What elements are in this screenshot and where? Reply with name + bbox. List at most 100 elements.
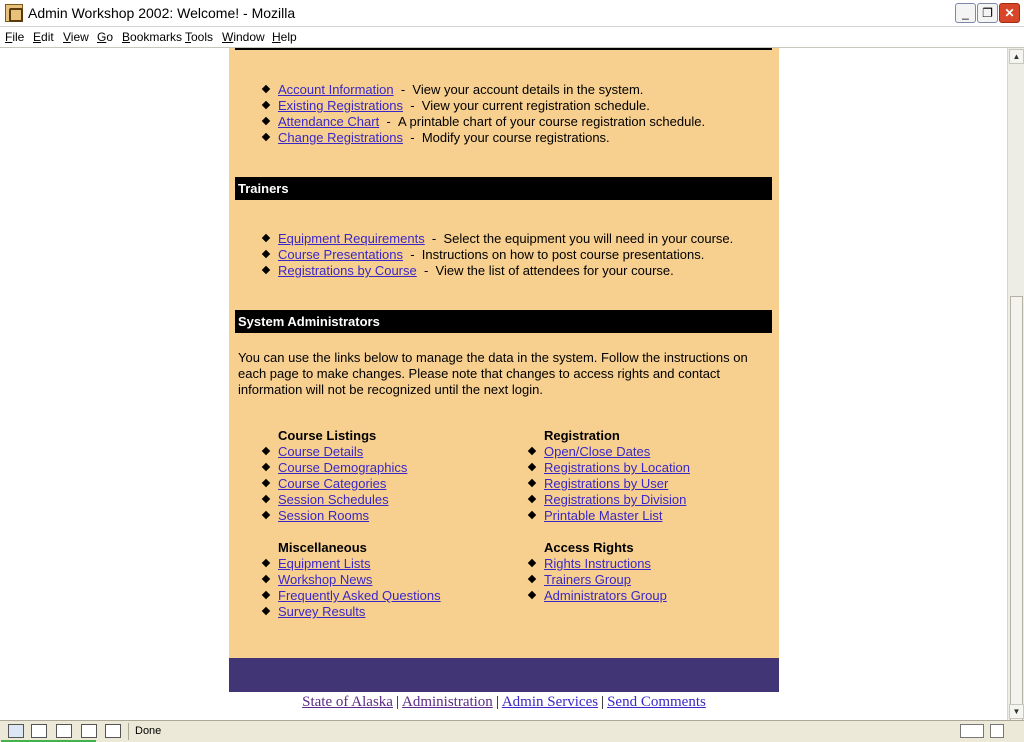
menu-edit[interactable]: Edit — [33, 30, 54, 44]
irc-chat-icon[interactable] — [105, 724, 121, 738]
attendance-chart-link[interactable]: Attendance Chart — [278, 114, 379, 129]
course-listings-group: Course Listings Course Details Course De… — [261, 428, 407, 524]
menu-bookmarks[interactable]: Bookmarks — [122, 30, 182, 44]
registrations-by-user-link[interactable]: Registrations by User — [544, 476, 668, 491]
trainer-links: Equipment Requirements - Select the equi… — [261, 231, 734, 279]
bullet-icon — [527, 494, 537, 504]
course-presentations-link[interactable]: Course Presentations — [278, 247, 403, 262]
miscellaneous-group: Miscellaneous Equipment Lists Workshop N… — [261, 540, 441, 620]
list-item: Account Information - View your account … — [261, 82, 705, 98]
composer-icon[interactable] — [56, 724, 72, 738]
maximize-button[interactable]: ❐ — [977, 3, 998, 23]
list-item: Registrations by User — [527, 476, 690, 492]
bullet-icon — [261, 249, 271, 259]
list-item: Survey Results — [261, 604, 441, 620]
minimize-button[interactable]: _ — [955, 3, 976, 23]
list-item: Registrations by Location — [527, 460, 690, 476]
list-item: Registrations by Division — [527, 492, 690, 508]
link-description: Select the equipment you will need in yo… — [443, 231, 734, 246]
bullet-icon — [261, 478, 271, 488]
bullet-icon — [261, 558, 271, 568]
session-schedules-link[interactable]: Session Schedules — [278, 492, 389, 507]
open-close-dates-link[interactable]: Open/Close Dates — [544, 444, 650, 459]
link-description: View the list of attendees for your cour… — [435, 263, 674, 278]
state-of-alaska-link[interactable]: State of Alaska — [302, 694, 393, 710]
workshop-news-link[interactable]: Workshop News — [278, 572, 372, 587]
account-information-link[interactable]: Account Information — [278, 82, 394, 97]
scrollbar-thumb[interactable] — [1010, 296, 1023, 736]
footer-links: State of Alaska | Administration | Admin Ser… — [229, 693, 779, 711]
bullet-icon — [261, 446, 271, 456]
bullet-icon — [261, 494, 271, 504]
mail-icon[interactable] — [31, 724, 47, 738]
menu-go[interactable]: Go — [97, 30, 113, 44]
footer-separator: | — [395, 694, 399, 710]
list-item: Administrators Group — [527, 588, 667, 604]
printable-master-list-link[interactable]: Printable Master List — [544, 508, 663, 523]
trainers-group-link[interactable]: Trainers Group — [544, 572, 631, 587]
access-rights-group: Access Rights Rights Instructions Traine… — [527, 540, 667, 604]
menu-tools[interactable]: Tools — [185, 30, 213, 44]
list-item: Course Presentations - Instructions on h… — [261, 247, 733, 263]
bullet-icon — [261, 606, 271, 616]
course-details-link[interactable]: Course Details — [278, 444, 363, 459]
close-button[interactable]: ✕ — [999, 3, 1020, 23]
bullet-icon — [261, 116, 271, 126]
change-registrations-link[interactable]: Change Registrations — [278, 130, 403, 145]
list-item: Course Categories — [261, 476, 407, 492]
miscellaneous-heading: Miscellaneous — [278, 540, 367, 555]
bullet-icon — [261, 265, 271, 275]
scroll-down-icon[interactable]: ▼ — [1009, 704, 1024, 719]
bullet-icon — [261, 510, 271, 520]
menu-window[interactable]: Window — [222, 30, 265, 44]
address-book-icon[interactable] — [81, 724, 97, 738]
bullet-icon — [527, 574, 537, 584]
course-listings-heading: Course Listings — [278, 428, 377, 443]
bullet-icon — [261, 233, 271, 243]
faq-link[interactable]: Frequently Asked Questions — [278, 588, 441, 603]
registrations-by-division-link[interactable]: Registrations by Division — [544, 492, 686, 507]
list-item: Rights Instructions — [527, 556, 667, 572]
trainers-heading: Trainers — [235, 177, 772, 200]
administrators-group-link[interactable]: Administrators Group — [544, 588, 667, 603]
online-status-icon[interactable] — [960, 724, 984, 738]
vertical-scrollbar[interactable]: ▲ ▼ — [1007, 48, 1024, 736]
menu-view[interactable]: View — [63, 30, 89, 44]
session-rooms-link[interactable]: Session Rooms — [278, 508, 369, 523]
equipment-lists-link[interactable]: Equipment Lists — [278, 556, 371, 571]
list-item: Session Schedules — [261, 492, 407, 508]
participant-links: Account Information - View your account … — [261, 82, 705, 146]
send-comments-link[interactable]: Send Comments — [607, 694, 706, 710]
survey-results-link[interactable]: Survey Results — [278, 604, 365, 619]
admin-services-link[interactable]: Admin Services — [502, 694, 598, 710]
list-item: Course Details — [261, 444, 407, 460]
registrations-by-location-link[interactable]: Registrations by Location — [544, 460, 690, 475]
list-item: Change Registrations - Modify your cours… — [261, 130, 705, 146]
sysadmin-instructions: You can use the links below to manage th… — [238, 350, 748, 397]
status-text: Done — [135, 725, 162, 737]
menu-help[interactable]: Help — [272, 30, 297, 44]
navigator-icon[interactable] — [8, 724, 24, 738]
menu-file[interactable]: File — [5, 30, 24, 44]
bullet-icon — [261, 462, 271, 472]
registrations-by-course-link[interactable]: Registrations by Course — [278, 263, 417, 278]
existing-registrations-link[interactable]: Existing Registrations — [278, 98, 403, 113]
footer-separator: | — [495, 694, 499, 710]
registration-heading: Registration — [544, 428, 620, 443]
footer-band — [229, 658, 779, 692]
equipment-requirements-link[interactable]: Equipment Requirements — [278, 231, 425, 246]
list-item: Printable Master List — [527, 508, 690, 524]
course-demographics-link[interactable]: Course Demographics — [278, 460, 407, 475]
list-item: Registrations by Course - View the list … — [261, 263, 733, 279]
scroll-up-icon[interactable]: ▲ — [1009, 49, 1024, 64]
registration-group: Registration Open/Close Dates Registrati… — [527, 428, 690, 524]
bullet-icon — [527, 590, 537, 600]
section-divider — [235, 48, 772, 50]
mozilla-app-icon[interactable] — [5, 4, 23, 22]
list-item: Session Rooms — [261, 508, 407, 524]
course-categories-link[interactable]: Course Categories — [278, 476, 386, 491]
rights-instructions-link[interactable]: Rights Instructions — [544, 556, 651, 571]
security-lock-icon[interactable] — [990, 724, 1004, 738]
status-divider — [128, 723, 129, 740]
administration-link[interactable]: Administration — [402, 694, 493, 710]
